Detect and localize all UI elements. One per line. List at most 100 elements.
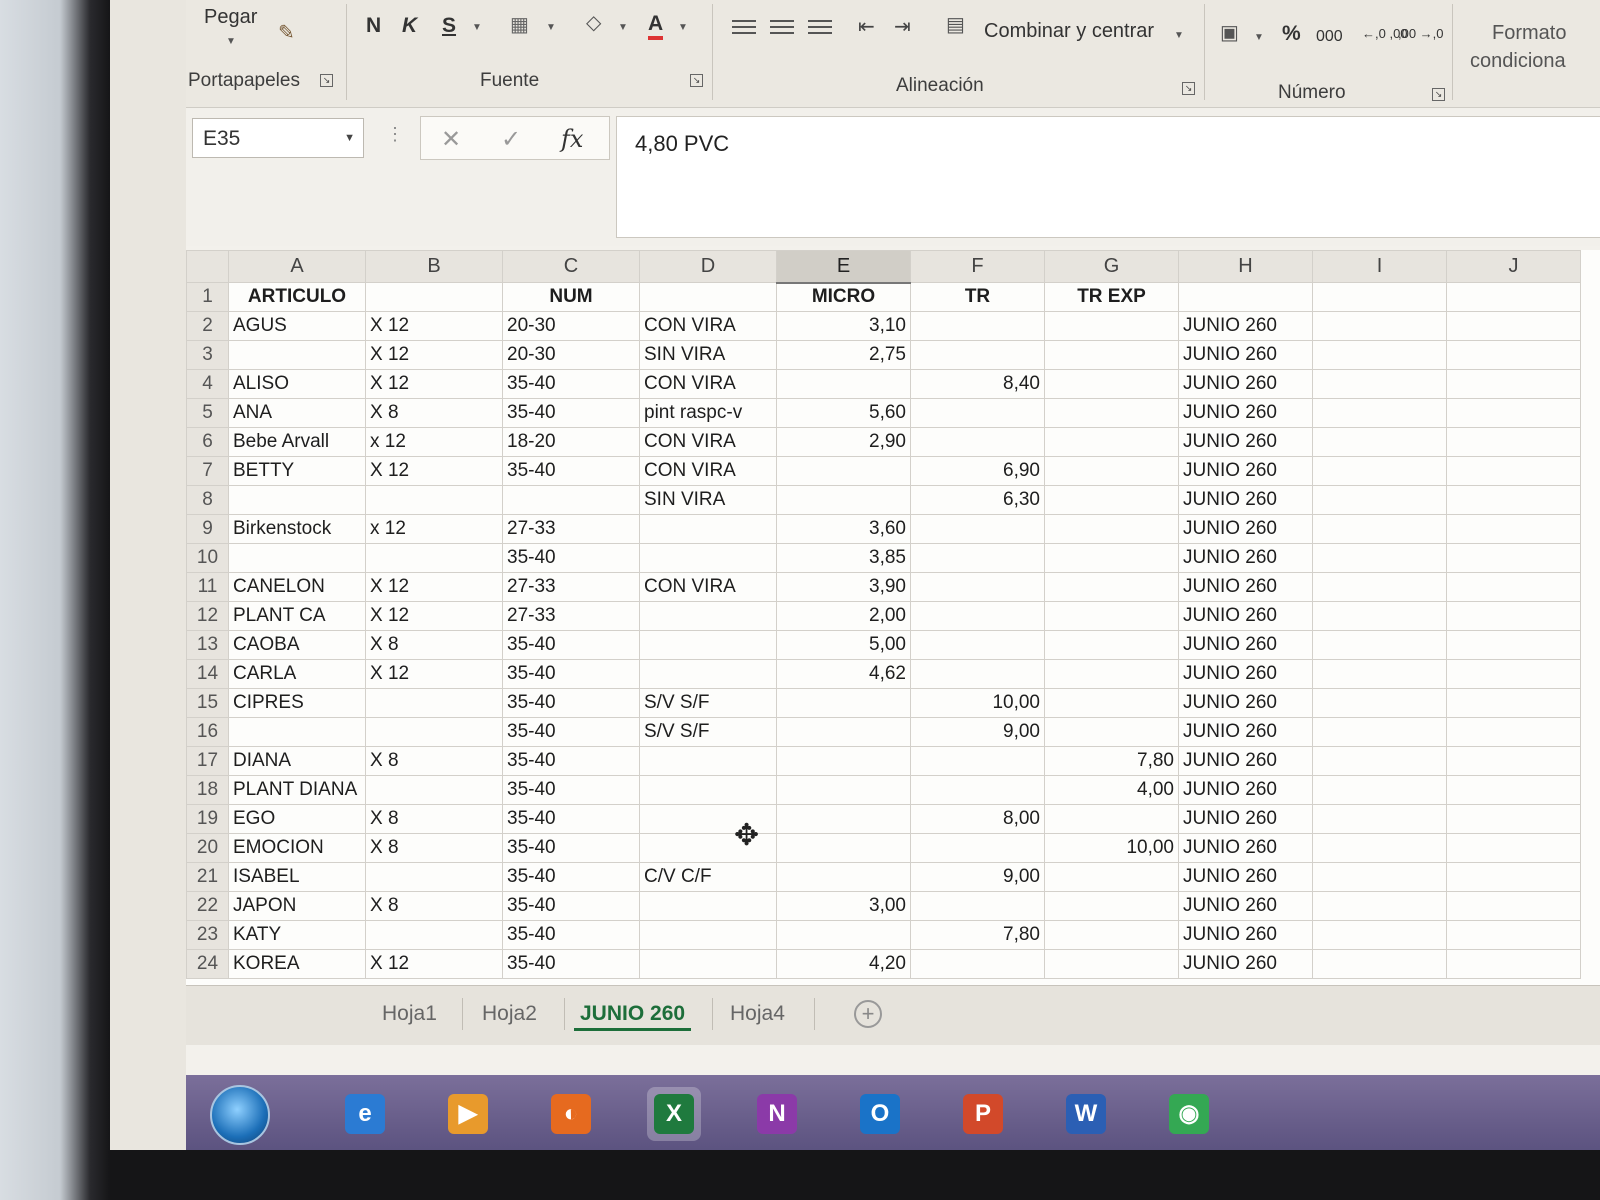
cell-c4[interactable]: 35-40 — [502, 369, 640, 399]
cell-h7[interactable]: JUNIO 260 — [1178, 456, 1313, 486]
row-header[interactable]: 8 — [186, 485, 229, 515]
taskbar-firefox-icon[interactable]: ◐ — [544, 1087, 598, 1141]
cell-g3[interactable] — [1044, 340, 1179, 370]
cell-g6[interactable] — [1044, 427, 1179, 457]
cell-a14[interactable]: CARLA — [228, 659, 366, 689]
cell-d3[interactable]: SIN VIRA — [639, 340, 777, 370]
cell-g20[interactable]: 10,00 — [1044, 833, 1179, 863]
cell-g22[interactable] — [1044, 891, 1179, 921]
cell-c11[interactable]: 27-33 — [502, 572, 640, 602]
add-sheet-button[interactable]: + — [854, 1000, 882, 1028]
cell-f24[interactable] — [910, 949, 1045, 979]
cell-d1[interactable] — [639, 282, 777, 312]
cell-b1[interactable] — [365, 282, 503, 312]
cell-b4[interactable]: X 12 — [365, 369, 503, 399]
cell-e12[interactable]: 2,00 — [776, 601, 911, 631]
name-box-dropdown-icon[interactable]: ▼ — [344, 132, 355, 144]
cell-h16[interactable]: JUNIO 260 — [1178, 717, 1313, 747]
paste-button[interactable]: Pegar — [204, 6, 257, 29]
cell-i10[interactable] — [1312, 543, 1447, 573]
cell-i2[interactable] — [1312, 311, 1447, 341]
cell-j19[interactable] — [1446, 804, 1581, 834]
cell-d6[interactable]: CON VIRA — [639, 427, 777, 457]
row-header[interactable]: 6 — [186, 427, 229, 457]
accounting-dropdown-icon[interactable]: ▼ — [1254, 32, 1264, 43]
cell-f17[interactable] — [910, 746, 1045, 776]
cell-j17[interactable] — [1446, 746, 1581, 776]
row-header[interactable]: 4 — [186, 369, 229, 399]
cell-c24[interactable]: 35-40 — [502, 949, 640, 979]
cell-c1[interactable]: NUM — [502, 282, 640, 312]
cell-f10[interactable] — [910, 543, 1045, 573]
cell-a20[interactable]: EMOCION — [228, 833, 366, 863]
conditional-format-line2[interactable]: condiciona — [1470, 50, 1566, 73]
cell-c21[interactable]: 35-40 — [502, 862, 640, 892]
cell-e3[interactable]: 2,75 — [776, 340, 911, 370]
cell-h12[interactable]: JUNIO 260 — [1178, 601, 1313, 631]
cell-b12[interactable]: X 12 — [365, 601, 503, 631]
cell-b22[interactable]: X 8 — [365, 891, 503, 921]
row-header[interactable]: 22 — [186, 891, 229, 921]
cell-j20[interactable] — [1446, 833, 1581, 863]
cell-g11[interactable] — [1044, 572, 1179, 602]
cell-d2[interactable]: CON VIRA — [639, 311, 777, 341]
cell-d10[interactable] — [639, 543, 777, 573]
cell-e24[interactable]: 4,20 — [776, 949, 911, 979]
cell-i18[interactable] — [1312, 775, 1447, 805]
underline-dropdown-icon[interactable]: ▼ — [472, 22, 482, 33]
cell-i21[interactable] — [1312, 862, 1447, 892]
cell-j23[interactable] — [1446, 920, 1581, 950]
cell-d18[interactable] — [639, 775, 777, 805]
cell-b20[interactable]: X 8 — [365, 833, 503, 863]
cell-f21[interactable]: 9,00 — [910, 862, 1045, 892]
cell-d17[interactable] — [639, 746, 777, 776]
start-button-icon[interactable] — [210, 1085, 270, 1145]
row-header[interactable]: 13 — [186, 630, 229, 660]
borders-icon[interactable]: ▦ — [510, 12, 529, 37]
taskbar-chrome-icon[interactable]: ◉ — [1162, 1087, 1216, 1141]
cell-c22[interactable]: 35-40 — [502, 891, 640, 921]
cell-e22[interactable]: 3,00 — [776, 891, 911, 921]
cell-d9[interactable] — [639, 514, 777, 544]
fill-color-dropdown-icon[interactable]: ▼ — [618, 22, 628, 33]
cell-b10[interactable] — [365, 543, 503, 573]
row-header[interactable]: 9 — [186, 514, 229, 544]
format-painter-icon[interactable]: ✎ — [278, 20, 295, 45]
cell-j6[interactable] — [1446, 427, 1581, 457]
cell-d4[interactable]: CON VIRA — [639, 369, 777, 399]
column-header-d[interactable]: D — [639, 250, 777, 283]
cell-g7[interactable] — [1044, 456, 1179, 486]
cell-e4[interactable] — [776, 369, 911, 399]
cell-d12[interactable] — [639, 601, 777, 631]
row-header[interactable]: 16 — [186, 717, 229, 747]
cell-g21[interactable] — [1044, 862, 1179, 892]
cell-a6[interactable]: Bebe Arvall — [228, 427, 366, 457]
cell-a24[interactable]: KOREA — [228, 949, 366, 979]
cell-c19[interactable]: 35-40 — [502, 804, 640, 834]
cell-g5[interactable] — [1044, 398, 1179, 428]
column-header-e[interactable]: E — [776, 250, 911, 284]
cell-e1[interactable]: MICRO — [776, 282, 911, 312]
cell-h17[interactable]: JUNIO 260 — [1178, 746, 1313, 776]
cell-j11[interactable] — [1446, 572, 1581, 602]
cell-h19[interactable]: JUNIO 260 — [1178, 804, 1313, 834]
cell-i24[interactable] — [1312, 949, 1447, 979]
cell-g24[interactable] — [1044, 949, 1179, 979]
cell-j4[interactable] — [1446, 369, 1581, 399]
merge-dropdown-icon[interactable]: ▼ — [1174, 30, 1184, 41]
cell-i16[interactable] — [1312, 717, 1447, 747]
borders-dropdown-icon[interactable]: ▼ — [546, 22, 556, 33]
cell-i9[interactable] — [1312, 514, 1447, 544]
cell-d14[interactable] — [639, 659, 777, 689]
cell-j22[interactable] — [1446, 891, 1581, 921]
cell-j21[interactable] — [1446, 862, 1581, 892]
cell-i12[interactable] — [1312, 601, 1447, 631]
formula-input[interactable]: 4,80 PVC — [616, 116, 1600, 238]
cell-j8[interactable] — [1446, 485, 1581, 515]
percent-button[interactable]: % — [1282, 22, 1301, 46]
cell-j12[interactable] — [1446, 601, 1581, 631]
cell-i11[interactable] — [1312, 572, 1447, 602]
paste-dropdown-icon[interactable]: ▼ — [226, 36, 236, 47]
cell-j16[interactable] — [1446, 717, 1581, 747]
row-header[interactable]: 19 — [186, 804, 229, 834]
